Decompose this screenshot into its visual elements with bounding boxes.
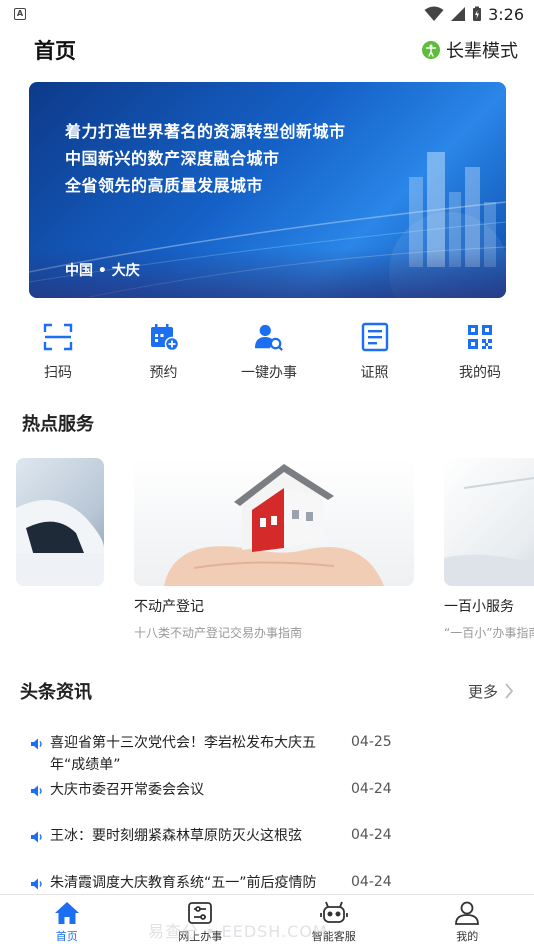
hot-service-card[interactable]: 不动产登记 十八类不动产登记交易办事指南 — [134, 458, 414, 641]
news-item-title: 喜迎省第十三次党代会！李岩松发布大庆五年“成绩单” — [50, 735, 316, 773]
quick-action-scan[interactable]: 扫码 — [18, 322, 98, 382]
hot-service-desc: 十八类不动产登记交易办事指南 — [134, 626, 303, 640]
chevron-right-icon — [505, 683, 514, 699]
hot-services-carousel[interactable]: 不动产登记 十八类不动产登记交易办事指南 一百小服务 “一百小”办事指南 — [0, 458, 534, 648]
tab-label: 我的 — [456, 930, 479, 943]
status-bar: A 3:26 — [0, 0, 534, 28]
person-icon — [455, 901, 480, 925]
speaker-icon — [30, 872, 50, 895]
banner-line: 中国新兴的数产深度融合城市 — [65, 149, 280, 168]
online-service-icon — [188, 902, 213, 924]
news-title: 头条资讯 — [20, 682, 92, 703]
more-label: 更多 — [467, 682, 498, 701]
speaker-icon — [30, 732, 50, 776]
clock: 3:26 — [488, 4, 524, 24]
robot-icon — [319, 901, 348, 923]
quick-action-certificate[interactable]: 证照 — [335, 322, 415, 382]
hot-service-name: 不动产登记 — [134, 599, 204, 615]
tab-online-service[interactable]: 网上办事 — [134, 895, 268, 950]
news-item-date: 04-24 — [351, 781, 392, 797]
hot-service-name: 一百小服务 — [444, 599, 514, 615]
hot-service-card[interactable] — [16, 458, 104, 596]
news-header: 头条资讯 更多 — [20, 678, 514, 704]
elder-mode-toggle[interactable]: 长辈模式 — [422, 37, 518, 63]
banner-city: 中国 • 大庆 — [65, 263, 140, 279]
hot-services-title: 热点服务 — [22, 414, 94, 435]
hot-service-image — [444, 458, 534, 586]
news-item-title: 王冰：要时刻绷紧森林草原防灭火这根弦 — [50, 828, 302, 844]
news-item-title: 大庆市委召开常委会会议 — [50, 782, 204, 798]
home-icon — [54, 902, 79, 924]
speaker-icon — [30, 825, 50, 848]
tab-label: 首页 — [55, 930, 78, 943]
news-item-date: 04-24 — [351, 874, 392, 890]
speaker-icon — [30, 779, 50, 802]
bottom-tab-bar: 首页 网上办事 智能客服 我的 — [0, 894, 534, 950]
news-item[interactable]: 大庆市委召开常委会会议 04-24 — [30, 779, 516, 802]
news-item[interactable]: 喜迎省第十三次党代会！李岩松发布大庆五年“成绩单” 04-25 — [30, 732, 516, 776]
news-item-date: 04-24 — [351, 827, 392, 843]
tab-label: 智能客服 — [311, 930, 356, 943]
hot-service-image — [134, 458, 414, 586]
quick-action-label: 我的码 — [459, 365, 501, 381]
user-search-icon — [254, 322, 284, 352]
quick-action-label: 预约 — [149, 365, 178, 381]
wifi-icon — [424, 6, 444, 21]
banner-line: 着力打造世界著名的资源转型创新城市 — [65, 122, 346, 141]
elder-mode-label: 长辈模式 — [446, 41, 518, 62]
banner-slogans: 着力打造世界著名的资源转型创新城市 中国新兴的数产深度融合城市 全省领先的高质量… — [65, 118, 346, 199]
quick-action-one-click[interactable]: 一键办事 — [229, 322, 309, 382]
scan-icon — [43, 322, 73, 352]
quick-action-label: 一键办事 — [241, 365, 297, 381]
quick-actions: 扫码 预约 一键办事 证照 我的码 — [0, 322, 534, 382]
quick-action-label: 扫码 — [44, 365, 72, 381]
signal-icon — [451, 7, 466, 21]
notification-icon: A — [14, 8, 26, 20]
accessibility-icon — [422, 41, 440, 59]
qr-code-icon — [465, 322, 495, 352]
news-item-date: 04-25 — [351, 734, 392, 750]
hot-service-card[interactable]: 一百小服务 “一百小”办事指南 — [444, 458, 534, 641]
quick-action-reserve[interactable]: 预约 — [124, 322, 204, 382]
hot-service-image — [16, 458, 104, 586]
tab-home[interactable]: 首页 — [0, 895, 134, 950]
hot-service-desc: “一百小”办事指南 — [444, 626, 534, 640]
banner-line: 全省领先的高质量发展城市 — [65, 176, 264, 195]
tab-smart-support[interactable]: 智能客服 — [267, 895, 401, 950]
promo-banner[interactable]: 着力打造世界著名的资源转型创新城市 中国新兴的数产深度融合城市 全省领先的高质量… — [29, 82, 506, 298]
tab-mine[interactable]: 我的 — [401, 895, 534, 950]
news-more-link[interactable]: 更多 — [468, 681, 514, 702]
page-title: 首页 — [34, 39, 76, 63]
battery-icon — [473, 6, 482, 21]
news-item-title: 朱清霞调度大庆教育系统“五一”前后疫情防 — [50, 875, 317, 891]
app-header: 首页 长辈模式 — [0, 30, 534, 70]
news-item[interactable]: 朱清霞调度大庆教育系统“五一”前后疫情防 04-24 — [30, 872, 516, 895]
quick-action-my-code[interactable]: 我的码 — [440, 322, 520, 382]
certificate-icon — [360, 322, 390, 352]
quick-action-label: 证照 — [360, 365, 389, 381]
news-item[interactable]: 王冰：要时刻绷紧森林草原防灭火这根弦 04-24 — [30, 825, 516, 848]
calendar-add-icon — [149, 322, 179, 352]
tab-label: 网上办事 — [178, 930, 223, 943]
